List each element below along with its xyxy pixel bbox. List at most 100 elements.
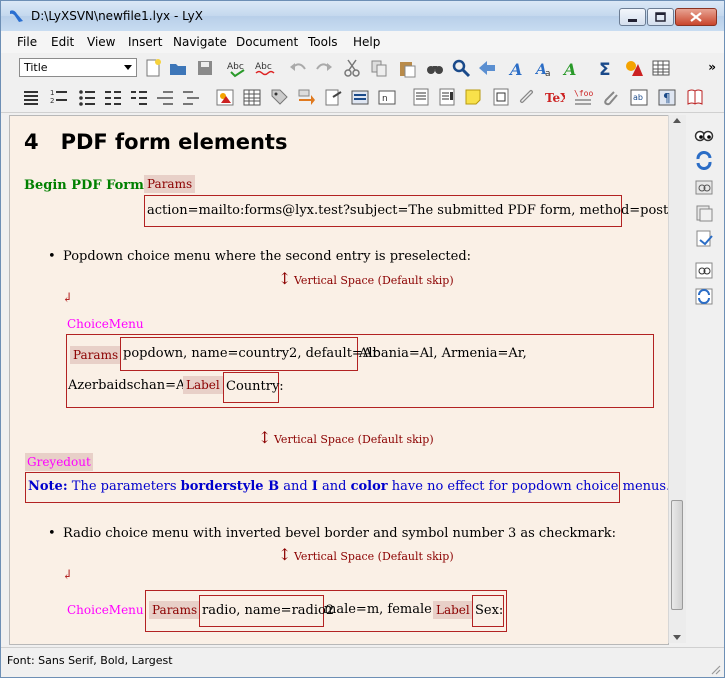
- choicemenu-inset-radio[interactable]: Params radio, name=radio2 male=m, female…: [145, 590, 507, 632]
- spellcheck-icon[interactable]: Abc: [227, 58, 247, 78]
- greyedout-inset[interactable]: Note: The parameters borderstyle B and I…: [25, 472, 668, 503]
- insert-note-icon[interactable]: [463, 87, 483, 107]
- greyedout-tag[interactable]: Greyedout: [25, 453, 93, 471]
- insert-margin-note-icon[interactable]: [437, 87, 457, 107]
- bulleted-list-icon[interactable]: [77, 87, 97, 107]
- decrease-depth-icon[interactable]: [155, 87, 175, 107]
- vertical-scrollbar[interactable]: [668, 115, 686, 643]
- insert-child-document-icon[interactable]: ab: [629, 87, 649, 107]
- scroll-up-icon[interactable]: [673, 118, 681, 123]
- compare-documents-icon[interactable]: [694, 260, 714, 280]
- menu-insert[interactable]: Insert: [128, 35, 162, 49]
- svg-text:1: 1: [50, 89, 54, 97]
- merge-changes-icon[interactable]: [694, 286, 714, 306]
- list-item-popdown: Popdown choice menu where the second ent…: [63, 249, 472, 264]
- continuous-spellcheck-icon[interactable]: Abc: [255, 58, 275, 78]
- undo-icon[interactable]: [288, 58, 308, 78]
- search-icon[interactable]: [451, 58, 471, 78]
- insert-index-icon[interactable]: [350, 87, 370, 107]
- paragraph-settings-icon[interactable]: [21, 87, 41, 107]
- redo-icon[interactable]: [314, 58, 334, 78]
- menu-edit[interactable]: Edit: [51, 35, 74, 49]
- svg-text:TeX: TeX: [545, 91, 565, 105]
- insert-table-float-icon[interactable]: [242, 87, 262, 107]
- choice-options-line1: Albania=Al, Armenia=Ar,: [359, 346, 527, 361]
- paste-icon[interactable]: [397, 58, 417, 78]
- update-refresh-icon[interactable]: [694, 150, 714, 170]
- increase-depth-icon[interactable]: [181, 87, 201, 107]
- find-binoculars-icon[interactable]: [425, 58, 445, 78]
- list-of-items-icon[interactable]: [129, 87, 149, 107]
- menu-help[interactable]: Help: [353, 35, 380, 49]
- copy-icon[interactable]: [369, 58, 389, 78]
- character-style-icon[interactable]: Aa: [535, 58, 555, 78]
- toolbar-overflow-button[interactable]: »: [708, 60, 716, 74]
- svg-text:2: 2: [50, 97, 54, 105]
- choicemenu-tag[interactable]: ChoiceMenu: [67, 603, 144, 617]
- layout-combobox-value: Title: [24, 61, 48, 74]
- label-box-radio[interactable]: Sex:: [472, 595, 504, 627]
- close-button[interactable]: [675, 8, 717, 26]
- insert-label-icon[interactable]: [269, 87, 289, 107]
- menu-tools[interactable]: Tools: [308, 35, 338, 49]
- svg-text:\foo: \foo: [574, 89, 593, 98]
- insert-program-listing-icon[interactable]: \foo: [573, 87, 593, 107]
- emphasis-icon[interactable]: A: [562, 58, 582, 78]
- params-tag-country[interactable]: Params: [70, 346, 122, 364]
- track-changes-eyes-icon[interactable]: [694, 125, 714, 145]
- params-tag[interactable]: Params: [144, 175, 196, 193]
- insert-tex-code-icon[interactable]: TeX: [545, 87, 565, 107]
- resize-grip-icon[interactable]: [709, 663, 721, 675]
- attach-file-icon[interactable]: [600, 87, 620, 107]
- choice-params-box-country[interactable]: popdown, name=country2, default=Ar: [120, 337, 378, 371]
- menu-view[interactable]: View: [87, 35, 115, 49]
- accept-change-icon[interactable]: [694, 203, 714, 223]
- insert-table-icon[interactable]: [651, 58, 671, 78]
- view-pdf-icon[interactable]: [685, 87, 705, 107]
- next-change-icon[interactable]: [694, 177, 714, 197]
- insert-nomenclature-icon[interactable]: n: [377, 87, 397, 107]
- form-params-box[interactable]: action=mailto:forms@lyx.test?subject=The…: [144, 195, 668, 227]
- save-icon[interactable]: [195, 58, 215, 78]
- label-value-radio: Sex:: [475, 603, 504, 618]
- layout-combobox[interactable]: Title: [19, 58, 137, 77]
- params-tag-radio[interactable]: Params: [149, 601, 201, 619]
- numbered-list-icon[interactable]: 12: [49, 87, 69, 107]
- document-editor[interactable]: 4 PDF form elements Begin PDF Form Param…: [9, 115, 669, 645]
- open-folder-icon[interactable]: [168, 58, 188, 78]
- reject-change-icon[interactable]: [694, 228, 714, 248]
- scrollbar-thumb[interactable]: [671, 500, 683, 610]
- text-style-icon[interactable]: A: [508, 58, 528, 78]
- insert-cross-reference-icon[interactable]: [296, 87, 316, 107]
- menu-file[interactable]: File: [17, 35, 37, 49]
- vertical-space-label[interactable]: Vertical Space (Default skip): [294, 550, 454, 563]
- label-box-country[interactable]: Country:: [223, 372, 284, 403]
- scroll-down-icon[interactable]: [673, 635, 681, 640]
- insert-graphics-icon[interactable]: [624, 58, 644, 78]
- toggle-paragraph-marks-icon[interactable]: ¶: [657, 87, 677, 107]
- choice-params-box-radio[interactable]: radio, name=radio2: [199, 595, 334, 627]
- insert-figure-float-icon[interactable]: [215, 87, 235, 107]
- insert-box-icon[interactable]: [491, 87, 511, 107]
- menu-navigate[interactable]: Navigate: [173, 35, 227, 49]
- description-list-icon[interactable]: [103, 87, 123, 107]
- choicemenu-tag[interactable]: ChoiceMenu: [67, 317, 144, 331]
- label-tag-country[interactable]: Label: [183, 376, 223, 394]
- math-sigma-icon[interactable]: Σ: [596, 58, 616, 78]
- insert-citation-icon[interactable]: [323, 87, 343, 107]
- new-document-icon[interactable]: [143, 58, 163, 78]
- menu-document[interactable]: Document: [236, 35, 298, 49]
- cut-icon[interactable]: [342, 58, 362, 78]
- svg-text:n: n: [382, 94, 388, 104]
- label-tag-radio[interactable]: Label: [433, 601, 473, 619]
- vertical-space-label[interactable]: Vertical Space (Default skip): [294, 274, 454, 287]
- maximize-button[interactable]: [647, 8, 674, 26]
- insert-url-icon[interactable]: [517, 87, 537, 107]
- vertical-space-label[interactable]: Vertical Space (Default skip): [274, 433, 434, 446]
- insert-footnote-icon[interactable]: [411, 87, 431, 107]
- choicemenu-inset-country[interactable]: Params popdown, name=country2, default=A…: [66, 334, 654, 408]
- minimize-button[interactable]: [619, 8, 646, 26]
- close-icon: [690, 12, 702, 22]
- status-bar: Font: Sans Serif, Bold, Largest: [1, 647, 724, 677]
- back-arrow-icon[interactable]: [477, 58, 497, 78]
